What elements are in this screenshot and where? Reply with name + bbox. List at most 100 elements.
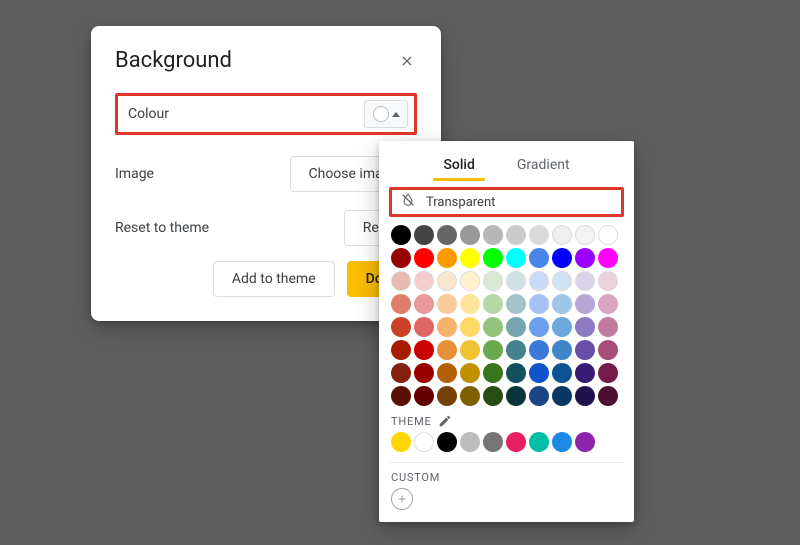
colour-swatch[interactable] bbox=[506, 248, 526, 268]
colour-swatch[interactable] bbox=[575, 271, 595, 291]
close-icon[interactable] bbox=[397, 51, 417, 71]
colour-swatch[interactable] bbox=[506, 363, 526, 383]
colour-swatch[interactable] bbox=[437, 386, 457, 406]
colour-swatch[interactable] bbox=[391, 271, 411, 291]
colour-swatch[interactable] bbox=[552, 271, 572, 291]
colour-swatch[interactable] bbox=[552, 225, 572, 245]
colour-swatch[interactable] bbox=[437, 225, 457, 245]
colour-swatch[interactable] bbox=[414, 271, 434, 291]
colour-swatch[interactable] bbox=[437, 294, 457, 314]
colour-swatch[interactable] bbox=[575, 248, 595, 268]
tab-gradient[interactable]: Gradient bbox=[513, 149, 574, 181]
colour-swatch[interactable] bbox=[414, 225, 434, 245]
colour-swatch[interactable] bbox=[575, 225, 595, 245]
colour-swatch[interactable] bbox=[552, 363, 572, 383]
colour-swatch[interactable] bbox=[460, 248, 480, 268]
colour-label: Colour bbox=[128, 106, 169, 122]
colour-swatch[interactable] bbox=[391, 386, 411, 406]
transparent-option[interactable]: Transparent bbox=[389, 187, 624, 217]
colour-swatch[interactable] bbox=[552, 386, 572, 406]
colour-swatch[interactable] bbox=[414, 248, 434, 268]
colour-swatch[interactable] bbox=[483, 363, 503, 383]
colour-swatch[interactable] bbox=[552, 317, 572, 337]
colour-swatch[interactable] bbox=[460, 386, 480, 406]
colour-swatch[interactable] bbox=[529, 294, 549, 314]
colour-swatch[interactable] bbox=[437, 363, 457, 383]
colour-swatch[interactable] bbox=[529, 271, 549, 291]
colour-swatch[interactable] bbox=[391, 317, 411, 337]
colour-swatch[interactable] bbox=[506, 386, 526, 406]
colour-swatch[interactable] bbox=[506, 225, 526, 245]
current-colour-swatch bbox=[373, 106, 389, 122]
colour-swatch[interactable] bbox=[460, 225, 480, 245]
colour-swatch[interactable] bbox=[437, 340, 457, 360]
colour-swatch[interactable] bbox=[483, 317, 503, 337]
colour-swatch[interactable] bbox=[552, 340, 572, 360]
colour-swatch[interactable] bbox=[575, 340, 595, 360]
colour-swatch[interactable] bbox=[598, 386, 618, 406]
colour-swatch[interactable] bbox=[391, 248, 411, 268]
colour-swatch[interactable] bbox=[437, 317, 457, 337]
colour-swatch[interactable] bbox=[391, 363, 411, 383]
colour-swatch[interactable] bbox=[529, 248, 549, 268]
theme-colour-swatch[interactable] bbox=[391, 432, 411, 452]
colour-swatch[interactable] bbox=[575, 386, 595, 406]
theme-colour-swatch[interactable] bbox=[575, 432, 595, 452]
theme-colour-swatch[interactable] bbox=[529, 432, 549, 452]
theme-colour-swatch[interactable] bbox=[506, 432, 526, 452]
add-to-theme-button[interactable]: Add to theme bbox=[213, 261, 335, 297]
colour-swatch[interactable] bbox=[414, 340, 434, 360]
colour-swatch[interactable] bbox=[483, 271, 503, 291]
colour-swatch[interactable] bbox=[598, 248, 618, 268]
theme-colour-swatch[interactable] bbox=[437, 432, 457, 452]
colour-swatch[interactable] bbox=[598, 271, 618, 291]
colour-swatch[interactable] bbox=[529, 386, 549, 406]
colour-swatch[interactable] bbox=[391, 225, 411, 245]
colour-swatch[interactable] bbox=[414, 386, 434, 406]
colour-swatch[interactable] bbox=[483, 340, 503, 360]
colour-swatch[interactable] bbox=[460, 363, 480, 383]
colour-swatch[interactable] bbox=[598, 225, 618, 245]
theme-colour-swatch[interactable] bbox=[414, 432, 434, 452]
colour-swatch[interactable] bbox=[506, 317, 526, 337]
colour-swatch[interactable] bbox=[391, 294, 411, 314]
colour-swatch[interactable] bbox=[552, 248, 572, 268]
add-custom-colour-button[interactable] bbox=[391, 488, 413, 510]
colour-swatch[interactable] bbox=[414, 294, 434, 314]
colour-swatch[interactable] bbox=[460, 271, 480, 291]
theme-colour-swatch[interactable] bbox=[483, 432, 503, 452]
colour-swatch[interactable] bbox=[575, 317, 595, 337]
colour-swatch[interactable] bbox=[575, 294, 595, 314]
colour-swatch[interactable] bbox=[506, 340, 526, 360]
colour-swatch[interactable] bbox=[598, 294, 618, 314]
colour-swatch[interactable] bbox=[460, 317, 480, 337]
colour-swatch[interactable] bbox=[506, 271, 526, 291]
colour-swatch[interactable] bbox=[483, 248, 503, 268]
colour-swatch[interactable] bbox=[414, 317, 434, 337]
colour-swatch[interactable] bbox=[460, 340, 480, 360]
colour-swatch[interactable] bbox=[529, 340, 549, 360]
tab-solid[interactable]: Solid bbox=[439, 149, 478, 181]
colour-swatch[interactable] bbox=[483, 294, 503, 314]
colour-swatch[interactable] bbox=[437, 271, 457, 291]
theme-colour-swatch[interactable] bbox=[460, 432, 480, 452]
edit-theme-icon[interactable] bbox=[438, 414, 452, 428]
colour-swatch[interactable] bbox=[529, 225, 549, 245]
colour-swatch[interactable] bbox=[437, 248, 457, 268]
colour-swatch[interactable] bbox=[529, 317, 549, 337]
colour-swatch[interactable] bbox=[483, 386, 503, 406]
colour-swatch[interactable] bbox=[391, 340, 411, 360]
dialog-footer: Add to theme Done bbox=[115, 261, 417, 297]
colour-swatch[interactable] bbox=[483, 225, 503, 245]
colour-swatch[interactable] bbox=[598, 317, 618, 337]
colour-dropdown-button[interactable] bbox=[364, 100, 408, 128]
colour-swatch[interactable] bbox=[598, 340, 618, 360]
colour-swatch[interactable] bbox=[575, 363, 595, 383]
colour-swatch[interactable] bbox=[506, 294, 526, 314]
colour-swatch[interactable] bbox=[552, 294, 572, 314]
colour-swatch[interactable] bbox=[598, 363, 618, 383]
colour-swatch[interactable] bbox=[529, 363, 549, 383]
colour-swatch[interactable] bbox=[414, 363, 434, 383]
colour-swatch[interactable] bbox=[460, 294, 480, 314]
theme-colour-swatch[interactable] bbox=[552, 432, 572, 452]
